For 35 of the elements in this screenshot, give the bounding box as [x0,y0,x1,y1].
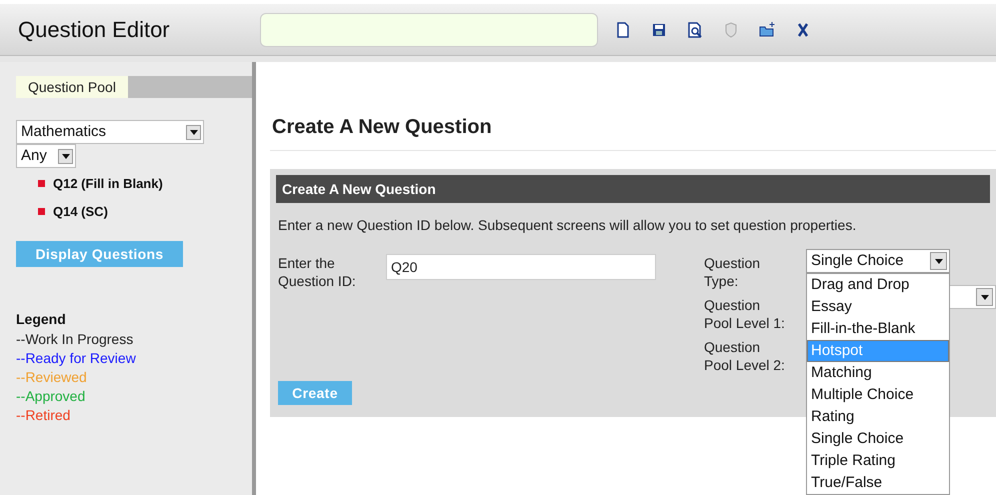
legend-item: --Ready for Review [16,349,137,368]
question-link[interactable]: Q14 (SC) [53,202,108,221]
dropdown-option[interactable]: Single Choice [807,428,949,450]
question-link[interactable]: Q12 (Fill in Blank) [53,174,163,194]
pool-level-2-label: Question Pool Level 2: [704,338,786,374]
status-select[interactable]: Any [16,144,76,168]
legend-item: --Retired [16,406,72,425]
dropdown-caret-icon[interactable] [930,252,947,270]
dropdown-caret-icon[interactable] [58,148,73,164]
dropdown-option[interactable]: Essay [807,296,949,318]
dropdown-option[interactable]: Multiple Choice [807,384,949,406]
pool-level-1-label: Question Pool Level 1: [704,296,786,332]
question-type-select[interactable]: Single Choice [806,249,950,273]
dropdown-caret-icon[interactable] [186,124,201,140]
instructions-text: Enter a new Question ID below. Subsequent screens will allow you to set question properties. [278,216,858,235]
panel-title-bar: Create A New Question [276,175,990,203]
legend-item: --Reviewed [16,368,88,387]
dropdown-option[interactable]: True/False [807,472,949,494]
dropdown-option[interactable]: Drag and Drop [807,274,949,296]
question-id-label: Enter the Question ID: [278,254,357,291]
legend-item: --Approved [16,387,86,406]
subject-select[interactable]: Mathematics [16,120,204,144]
dropdown-option[interactable]: Fill-in-the-Blank [807,318,949,340]
page-heading: Create A New Question [270,112,996,151]
legend-item: --Work In Progress [16,330,134,349]
dropdown-caret-icon[interactable] [976,288,993,306]
app-title: Question Editor [18,16,171,44]
search-field[interactable] [260,12,598,46]
question-id-field[interactable]: Q20 [386,254,656,280]
legend-title: Legend [16,310,67,329]
question-pool-tab[interactable]: Question Pool [16,76,128,98]
question-type-label: Question Type: [704,254,762,290]
dropdown-option[interactable]: Rating [807,406,949,428]
dropdown-option[interactable]: Triple Rating [807,450,949,472]
dropdown-option[interactable]: Matching [807,362,949,384]
